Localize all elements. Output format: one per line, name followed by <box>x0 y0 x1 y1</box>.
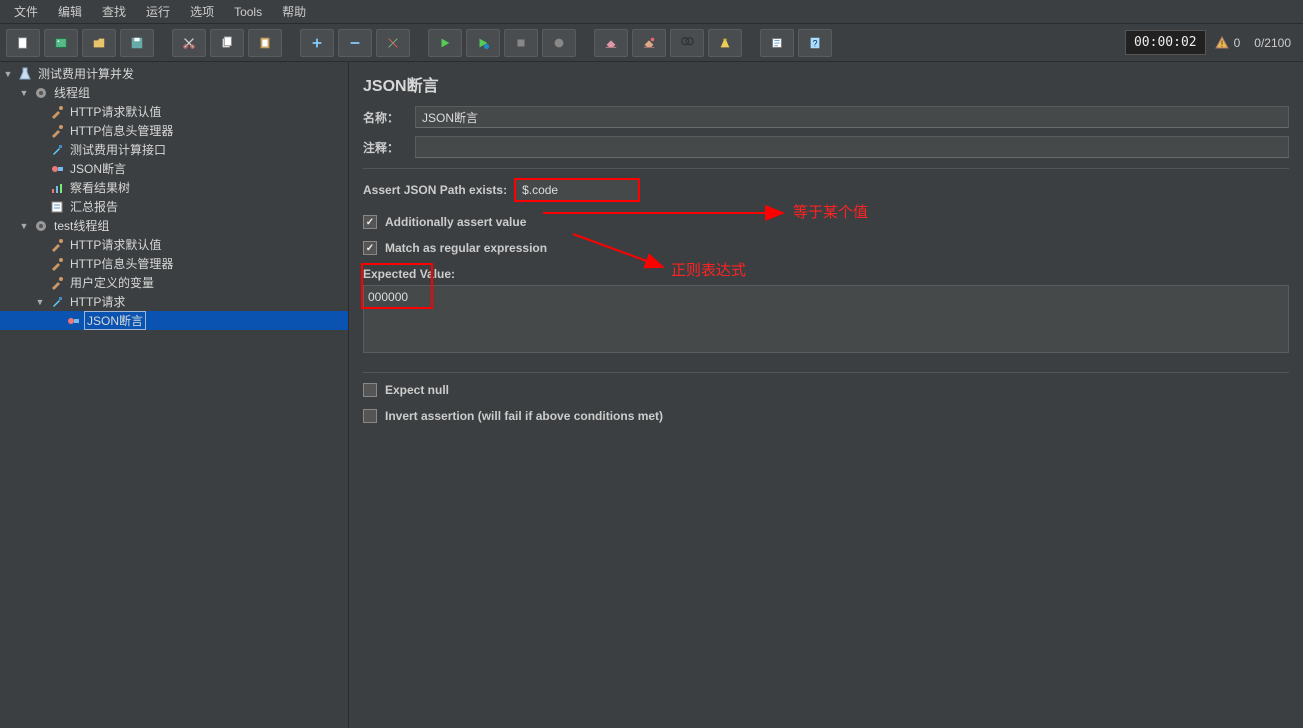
wrench-icon <box>49 123 65 139</box>
tree-node-json-assert2[interactable]: · JSON断言 <box>0 311 348 330</box>
function-helper-button[interactable] <box>760 29 794 57</box>
report-icon <box>49 199 65 215</box>
menu-tools[interactable]: Tools <box>224 3 272 21</box>
menu-file[interactable]: 文件 <box>4 1 48 22</box>
new-file-button[interactable] <box>6 29 40 57</box>
thread-count: 0/2100 <box>1248 36 1297 50</box>
gear-icon <box>33 85 49 101</box>
search-button[interactable] <box>670 29 704 57</box>
assert-icon <box>49 161 65 177</box>
comment-input[interactable] <box>415 136 1289 158</box>
clear-all-button[interactable] <box>632 29 666 57</box>
menu-run[interactable]: 运行 <box>136 1 180 22</box>
checkbox-icon <box>363 215 377 229</box>
copy-button[interactable] <box>210 29 244 57</box>
tree-node-result-tree[interactable]: · 察看结果树 <box>0 178 348 197</box>
svg-text:?: ? <box>813 38 818 48</box>
assert-icon <box>65 313 81 329</box>
save-button[interactable] <box>120 29 154 57</box>
comment-label: 注释： <box>363 139 415 156</box>
checkbox-icon <box>363 409 377 423</box>
check-regex[interactable]: Match as regular expression <box>363 241 1289 255</box>
chart-icon <box>49 180 65 196</box>
paste-button[interactable] <box>248 29 282 57</box>
test-plan-tree[interactable]: ▼ 测试费用计算并发 ▼ 线程组 · HTTP请求默认值 · HTTP信息头管理… <box>0 62 349 728</box>
tree-node-http-request[interactable]: ▼ HTTP请求 <box>0 292 348 311</box>
expected-value-input[interactable] <box>363 285 1289 353</box>
tree-node-testplan[interactable]: ▼ 测试费用计算并发 <box>0 64 348 83</box>
pipette-icon <box>49 294 65 310</box>
tree-node-header-manager1[interactable]: · HTTP信息头管理器 <box>0 121 348 140</box>
wrench-icon <box>49 104 65 120</box>
tree-node-sampler1[interactable]: · 测试费用计算接口 <box>0 140 348 159</box>
panel-title: JSON断言 <box>363 72 1289 96</box>
check-assert-value[interactable]: Additionally assert value <box>363 215 1289 229</box>
cut-button[interactable] <box>172 29 206 57</box>
svg-text:!: ! <box>1220 39 1223 49</box>
templates-button[interactable] <box>44 29 78 57</box>
toolbar: ? 00:00:02 ! 0 0/2100 <box>0 24 1303 62</box>
editor-panel: JSON断言 名称： 注释： Assert JSON Path exists: … <box>349 62 1303 728</box>
timer-display: 00:00:02 <box>1125 30 1206 55</box>
name-label: 名称： <box>363 109 415 126</box>
menu-edit[interactable]: 编辑 <box>48 1 92 22</box>
help-button[interactable]: ? <box>798 29 832 57</box>
tree-node-user-vars[interactable]: · 用户定义的变量 <box>0 273 348 292</box>
beaker-icon <box>17 66 33 82</box>
menu-search[interactable]: 查找 <box>92 1 136 22</box>
checkbox-icon <box>363 241 377 255</box>
menu-help[interactable]: 帮助 <box>272 1 316 22</box>
start-button[interactable] <box>428 29 462 57</box>
collapse-button[interactable] <box>338 29 372 57</box>
menu-options[interactable]: 选项 <box>180 1 224 22</box>
pipette-icon <box>49 142 65 158</box>
open-file-button[interactable] <box>82 29 116 57</box>
assert-path-input[interactable] <box>515 179 639 201</box>
expand-button[interactable] <box>300 29 334 57</box>
stop-button[interactable] <box>504 29 538 57</box>
shutdown-button[interactable] <box>542 29 576 57</box>
start-no-pause-button[interactable] <box>466 29 500 57</box>
check-invert[interactable]: Invert assertion (will fail if above con… <box>363 409 1289 423</box>
menu-bar: 文件 编辑 查找 运行 选项 Tools 帮助 <box>0 0 1303 24</box>
expected-value-label: Expected Value: <box>363 267 1289 281</box>
tree-node-threadgroup1[interactable]: ▼ 线程组 <box>0 83 348 102</box>
tree-node-header-manager2[interactable]: · HTTP信息头管理器 <box>0 254 348 273</box>
reset-search-button[interactable] <box>708 29 742 57</box>
tree-node-http-defaults2[interactable]: · HTTP请求默认值 <box>0 235 348 254</box>
assert-path-label: Assert JSON Path exists: <box>363 183 507 197</box>
wrench-icon <box>49 256 65 272</box>
gear-icon <box>33 218 49 234</box>
tree-node-summary-report[interactable]: · 汇总报告 <box>0 197 348 216</box>
tree-node-json-assert1[interactable]: · JSON断言 <box>0 159 348 178</box>
clear-button[interactable] <box>594 29 628 57</box>
warning-icon: ! <box>1214 35 1230 51</box>
wrench-icon <box>49 275 65 291</box>
tree-node-http-defaults1[interactable]: · HTTP请求默认值 <box>0 102 348 121</box>
toggle-button[interactable] <box>376 29 410 57</box>
name-input[interactable] <box>415 106 1289 128</box>
check-expect-null[interactable]: Expect null <box>363 383 1289 397</box>
wrench-icon <box>49 237 65 253</box>
warning-count: ! 0 <box>1214 35 1241 51</box>
tree-node-threadgroup2[interactable]: ▼ test线程组 <box>0 216 348 235</box>
checkbox-icon <box>363 383 377 397</box>
